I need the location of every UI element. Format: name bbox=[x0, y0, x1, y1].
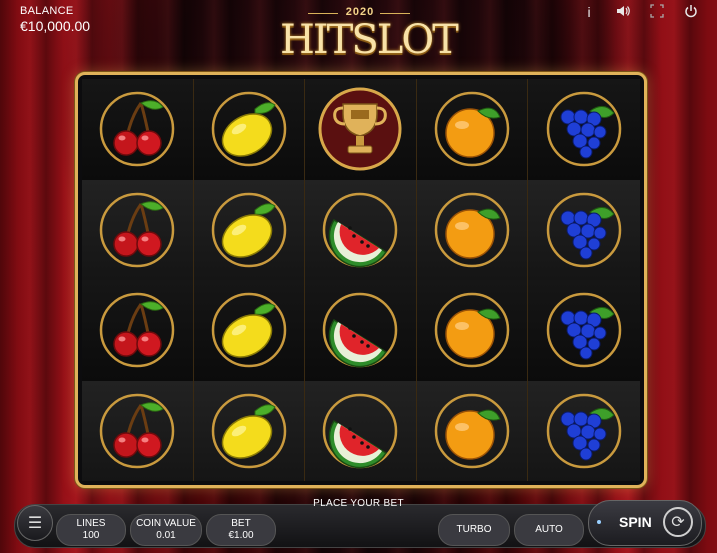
bet-value: €1.00 bbox=[228, 530, 254, 541]
trophy-symbol-icon bbox=[318, 87, 402, 171]
reel-cell bbox=[416, 380, 529, 481]
grapes-symbol-icon bbox=[546, 293, 622, 368]
orange-symbol-icon bbox=[434, 393, 510, 468]
bet-selector[interactable]: BET €1.00 bbox=[206, 514, 276, 546]
reel-cell bbox=[528, 280, 640, 381]
reel-cell bbox=[193, 179, 306, 280]
coin-value: 0.01 bbox=[156, 530, 176, 541]
orange-symbol-icon bbox=[434, 92, 510, 167]
lemon-symbol-icon bbox=[211, 293, 287, 368]
cherry-symbol-icon bbox=[100, 192, 175, 267]
lemon-symbol-icon bbox=[211, 92, 287, 167]
reel-cell bbox=[193, 79, 306, 180]
reels-frame bbox=[75, 72, 647, 488]
lines-label: LINES bbox=[76, 518, 106, 529]
auto-button[interactable]: AUTO bbox=[514, 514, 584, 546]
power-icon[interactable] bbox=[683, 4, 699, 20]
reel-cell bbox=[305, 79, 417, 180]
hamburger-icon: ☰ bbox=[27, 515, 43, 532]
coin-value-label: COIN VALUE bbox=[136, 518, 196, 529]
reel-cell bbox=[82, 380, 194, 481]
logo-divider-right bbox=[380, 13, 410, 14]
cherry-symbol-icon bbox=[100, 92, 175, 167]
reel-cell bbox=[82, 280, 194, 381]
reel-cell bbox=[82, 79, 194, 180]
info-icon[interactable]: i bbox=[581, 4, 597, 20]
balance-value: €10,000.00 bbox=[20, 18, 91, 34]
reel-cell bbox=[82, 179, 194, 280]
grapes-symbol-icon bbox=[546, 393, 622, 468]
reel-cell bbox=[416, 280, 529, 381]
lemon-symbol-icon bbox=[211, 192, 287, 267]
reel-cell bbox=[193, 280, 306, 381]
game-logo: HITSLOT bbox=[280, 17, 459, 63]
reel-cell bbox=[528, 179, 640, 280]
menu-button[interactable]: ☰ bbox=[17, 505, 53, 541]
spin-icon: ⟳ bbox=[663, 507, 693, 537]
reel-cell bbox=[528, 79, 640, 180]
watermelon-symbol-icon bbox=[323, 192, 398, 268]
grapes-symbol-icon bbox=[546, 192, 622, 267]
spin-label: SPIN bbox=[619, 514, 652, 530]
top-bar: BALANCE €10,000.00 2020 HITSLOT i bbox=[0, 0, 717, 70]
watermelon-symbol-icon bbox=[323, 393, 398, 469]
reel-cell bbox=[416, 179, 529, 280]
cherry-symbol-icon bbox=[100, 393, 175, 468]
lines-value: 100 bbox=[82, 530, 100, 541]
lemon-symbol-icon bbox=[211, 393, 287, 468]
coin-value-selector[interactable]: COIN VALUE 0.01 bbox=[130, 514, 202, 546]
reel-cell bbox=[305, 280, 417, 381]
lines-selector[interactable]: LINES 100 bbox=[56, 514, 126, 546]
reel-cell bbox=[193, 380, 306, 481]
watermelon-symbol-icon bbox=[323, 293, 398, 368]
balance-label: BALANCE bbox=[20, 5, 74, 17]
reel-cell bbox=[305, 179, 417, 280]
reel-cell bbox=[528, 380, 640, 481]
fullscreen-icon[interactable] bbox=[649, 4, 665, 20]
reel-cell bbox=[305, 380, 417, 481]
top-icons: i bbox=[581, 4, 699, 20]
sound-icon[interactable] bbox=[615, 4, 631, 20]
turbo-button[interactable]: TURBO bbox=[438, 514, 510, 546]
bet-label: BET bbox=[231, 518, 251, 529]
orange-symbol-icon bbox=[434, 192, 510, 267]
spin-button[interactable]: SPIN ⟳ bbox=[588, 500, 702, 546]
reel-grid bbox=[82, 79, 640, 481]
orange-symbol-icon bbox=[434, 293, 510, 368]
spin-indicator bbox=[597, 520, 601, 524]
grapes-symbol-icon bbox=[546, 92, 622, 167]
reel-cell bbox=[416, 79, 529, 180]
cherry-symbol-icon bbox=[100, 293, 175, 368]
